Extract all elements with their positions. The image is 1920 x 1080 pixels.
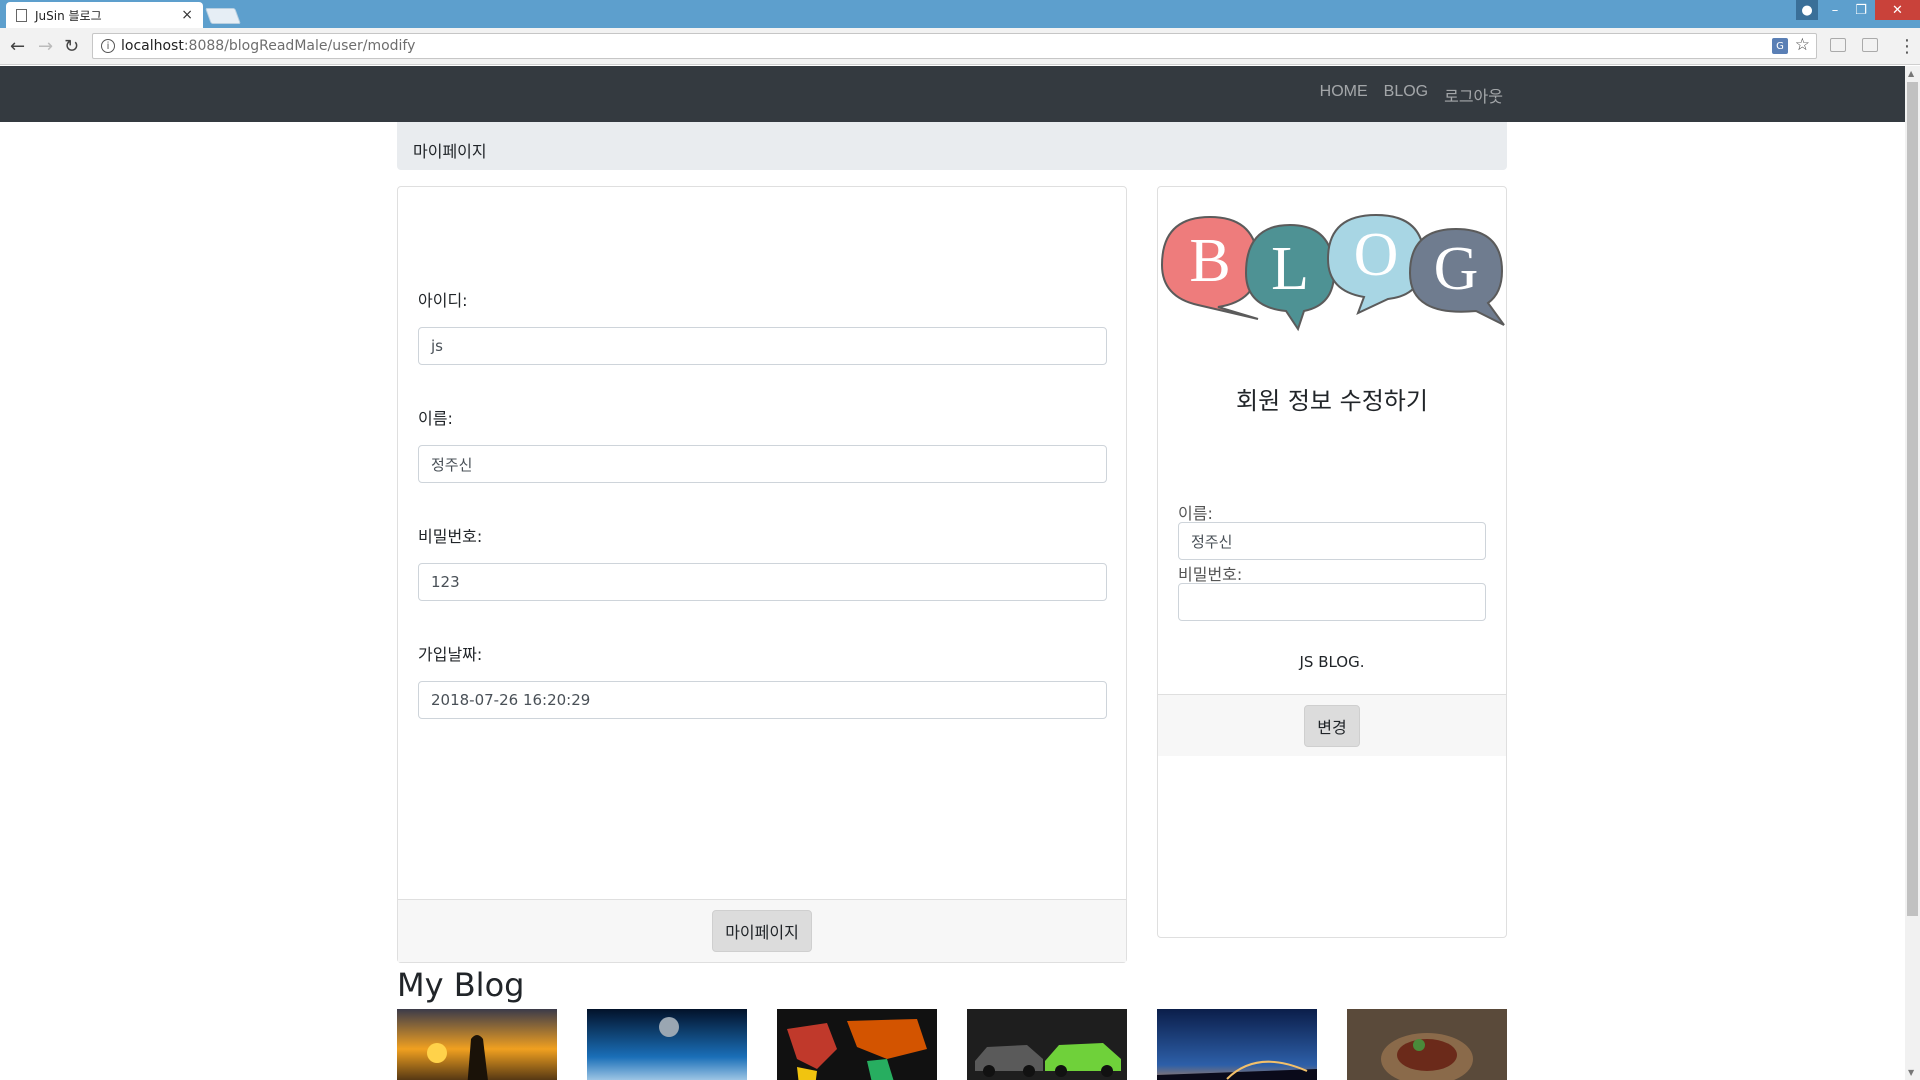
top-navbar: HOME BLOG 로그아웃 xyxy=(0,66,1905,122)
user-icon[interactable]: ● xyxy=(1796,0,1818,20)
scroll-up-icon[interactable]: ▲ xyxy=(1908,69,1914,78)
edit-title: 회원 정보 수정하기 xyxy=(1236,387,1428,415)
thumbnail-sunset-couple[interactable] xyxy=(397,1009,557,1080)
thumbnail-cars[interactable] xyxy=(967,1009,1127,1080)
address-bar[interactable]: i localhost :8088/blogReadMale/user/modi… xyxy=(92,33,1817,59)
extension-icon[interactable] xyxy=(1830,38,1846,52)
url-host: localhost xyxy=(121,38,184,54)
logo-letter-b: B xyxy=(1189,227,1230,295)
edit-name-label: 이름: xyxy=(1178,504,1213,523)
nav-blog-link[interactable]: BLOG xyxy=(1384,83,1428,107)
browser-tab-strip: JuSin 블로그 × ● – ❐ ✕ xyxy=(0,0,1920,28)
thumbnail-food[interactable] xyxy=(1347,1009,1507,1080)
logo-letter-o: O xyxy=(1354,221,1399,289)
bookmark-star-icon[interactable]: ☆ xyxy=(1795,35,1810,55)
profile-card: 아이디: js 이름: 정주신 비밀번호: 123 가입날짜: 2018-07-… xyxy=(397,186,1127,963)
scroll-down-icon[interactable]: ▼ xyxy=(1908,1068,1914,1077)
nav-logout-link[interactable]: 로그아웃 xyxy=(1444,83,1503,107)
mypage-button[interactable]: 마이페이지 xyxy=(712,910,812,952)
address-toolbar: ← → ↻ i localhost :8088/blogReadMale/use… xyxy=(0,28,1920,65)
scroll-thumb[interactable] xyxy=(1907,82,1918,916)
name-field[interactable]: 정주신 xyxy=(418,445,1107,483)
page-viewport: HOME BLOG 로그아웃 마이페이지 아이디: js 이름: 정주신 비밀번… xyxy=(0,66,1905,1080)
password-label: 비밀번호: xyxy=(418,527,483,546)
restore-icon[interactable]: ❐ xyxy=(1848,0,1874,20)
change-button[interactable]: 변경 xyxy=(1304,704,1360,747)
info-icon[interactable]: i xyxy=(101,39,115,53)
thumbnail-moon-earth[interactable] xyxy=(587,1009,747,1080)
joined-date-field[interactable]: 2018-07-26 16:20:29 xyxy=(418,681,1107,719)
tab-title: JuSin 블로그 xyxy=(35,8,102,23)
breadcrumb: 마이페이지 xyxy=(397,122,1507,170)
id-label: 아이디: xyxy=(418,291,468,310)
my-blog-heading: My Blog xyxy=(397,966,525,1004)
new-tab-button[interactable] xyxy=(205,8,241,24)
thumbnail-world-map[interactable] xyxy=(777,1009,937,1080)
translate-icon[interactable]: G xyxy=(1772,38,1788,54)
edit-name-input[interactable]: 정주신 xyxy=(1178,522,1486,560)
url-path: :8088/blogReadMale/user/modify xyxy=(183,38,416,54)
nav-links: HOME BLOG 로그아웃 xyxy=(1320,83,1503,107)
edit-card-footer: 변경 xyxy=(1158,694,1506,756)
name-label: 이름: xyxy=(418,409,453,428)
password-field[interactable]: 123 xyxy=(418,563,1107,601)
edit-profile-card: B L O G 회원 정보 수정하기 이름: 정주신 비밀번호: JS BLOG… xyxy=(1157,186,1507,938)
nav-home-link[interactable]: HOME xyxy=(1320,83,1368,107)
browser-tab[interactable]: JuSin 블로그 × xyxy=(6,2,203,28)
logo-letter-g: G xyxy=(1434,235,1479,303)
blog-logo: B L O G xyxy=(1160,213,1505,332)
reload-icon[interactable]: ↻ xyxy=(64,36,79,57)
id-field[interactable]: js xyxy=(418,327,1107,365)
edit-password-input[interactable] xyxy=(1178,583,1486,621)
close-window-icon[interactable]: ✕ xyxy=(1875,0,1920,20)
profile-card-footer: 마이페이지 xyxy=(398,899,1126,962)
blog-footer-text: JS BLOG. xyxy=(1299,653,1365,671)
blog-thumbnail-row xyxy=(397,1009,1507,1080)
page-scrollbar[interactable]: ▲ ▼ xyxy=(1905,66,1920,1080)
tab-close-icon[interactable]: × xyxy=(181,7,193,23)
page-icon xyxy=(16,8,27,22)
extension-icon[interactable] xyxy=(1862,38,1878,52)
minimize-icon[interactable]: – xyxy=(1822,0,1848,20)
back-arrow-icon[interactable]: ← xyxy=(10,36,25,57)
joined-date-label: 가입날짜: xyxy=(418,645,483,664)
menu-dots-icon[interactable]: ⋮ xyxy=(1898,36,1916,57)
logo-letter-l: L xyxy=(1271,235,1309,303)
thumbnail-night-bridge[interactable] xyxy=(1157,1009,1317,1080)
forward-arrow-icon[interactable]: → xyxy=(38,36,53,57)
edit-password-label: 비밀번호: xyxy=(1178,565,1243,584)
